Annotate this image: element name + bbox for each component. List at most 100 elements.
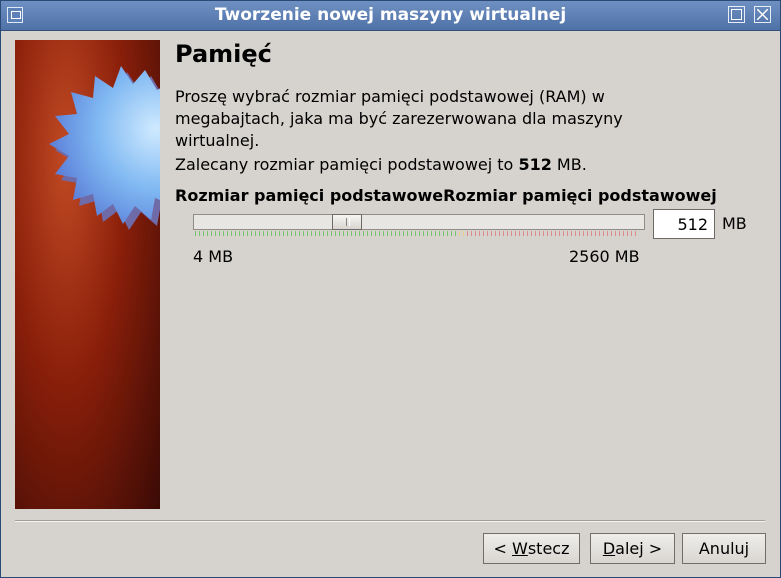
- slider-tick: [251, 231, 252, 236]
- slider-tick: [359, 231, 360, 236]
- close-button[interactable]: [754, 6, 771, 23]
- slider-tick: [379, 231, 380, 236]
- slider-tick: [387, 231, 388, 236]
- slider-tick: [471, 231, 472, 236]
- slider-tick: [319, 231, 320, 236]
- slider-tick: [459, 231, 460, 236]
- memory-max-label: 2560 MB: [569, 247, 640, 266]
- recommend-value: 512: [518, 155, 552, 174]
- slider-tick: [479, 231, 480, 236]
- memory-slider[interactable]: [193, 214, 645, 230]
- slider-tick: [531, 231, 532, 236]
- slider-tick: [511, 231, 512, 236]
- slider-tick: [579, 231, 580, 236]
- recommend-prefix: Zalecany rozmiar pamięci podstawowej to: [175, 155, 519, 174]
- slider-tick: [603, 231, 604, 236]
- slider-tick: [507, 231, 508, 236]
- slider-tick: [615, 231, 616, 236]
- memory-slider-handle[interactable]: [331, 214, 362, 230]
- memory-size-input[interactable]: [653, 209, 715, 239]
- slider-tick: [199, 231, 200, 236]
- slider-tick: [447, 231, 448, 236]
- maximize-button[interactable]: [728, 6, 745, 23]
- title-bar: Tworzenie nowej maszyny wirtualnej: [1, 1, 780, 31]
- slider-tick: [571, 231, 572, 236]
- slider-tick: [487, 231, 488, 236]
- slider-tick: [503, 231, 504, 236]
- slider-tick: [355, 231, 356, 236]
- slider-tick: [551, 231, 552, 236]
- slider-tick: [539, 231, 540, 236]
- slider-tick: [279, 231, 280, 236]
- close-icon: [757, 9, 768, 20]
- slider-tick: [247, 231, 248, 236]
- slider-tick: [555, 231, 556, 236]
- slider-tick: [399, 231, 400, 236]
- slider-tick: [215, 231, 216, 236]
- slider-tick: [475, 231, 476, 236]
- slider-tick: [427, 231, 428, 236]
- slider-tick: [515, 231, 516, 236]
- button-separator: [15, 520, 765, 522]
- slider-tick: [443, 231, 444, 236]
- slider-tick: [239, 231, 240, 236]
- slider-tick: [563, 231, 564, 236]
- slider-tick: [219, 231, 220, 236]
- slider-tick: [231, 231, 232, 236]
- slider-tick: [383, 231, 384, 236]
- page-title: Pamięć: [175, 40, 272, 68]
- slider-tick: [235, 231, 236, 236]
- slider-tick: [211, 231, 212, 236]
- slider-tick: [587, 231, 588, 236]
- slider-tick: [347, 231, 348, 236]
- slider-tick: [423, 231, 424, 236]
- slider-tick: [207, 231, 208, 236]
- slider-tick: [271, 231, 272, 236]
- slider-tick: [543, 231, 544, 236]
- slider-tick: [463, 231, 464, 236]
- recommend-suffix: MB.: [551, 155, 587, 174]
- slider-tick: [627, 231, 628, 236]
- memory-slider-label: Rozmiar pamięci podstawoweRozmiar pamięc…: [175, 186, 717, 205]
- slider-tick: [455, 231, 456, 236]
- memory-min-label: 4 MB: [193, 247, 234, 266]
- slider-tick: [619, 231, 620, 236]
- slider-tick: [439, 231, 440, 236]
- slider-tick: [623, 231, 624, 236]
- next-button[interactable]: Dalej >: [590, 533, 675, 564]
- slider-tick: [227, 231, 228, 236]
- slider-tick: [287, 231, 288, 236]
- cancel-button[interactable]: Anuluj: [682, 533, 766, 564]
- slider-tick: [331, 231, 332, 236]
- slider-tick: [523, 231, 524, 236]
- slider-tick: [327, 231, 328, 236]
- slider-tick: [267, 231, 268, 236]
- slider-tick: [255, 231, 256, 236]
- slider-tick: [263, 231, 264, 236]
- memory-label-text: Rozmiar pamięci podstawoweRozmiar pamięc…: [175, 186, 717, 205]
- slider-tick: [311, 231, 312, 236]
- slider-tick: [495, 231, 496, 236]
- slider-tick: [635, 231, 636, 236]
- slider-tick: [595, 231, 596, 236]
- back-button[interactable]: < Wstecz: [483, 533, 580, 564]
- slider-tick: [339, 231, 340, 236]
- slider-tick: [583, 231, 584, 236]
- slider-tick: [499, 231, 500, 236]
- slider-tick: [519, 231, 520, 236]
- slider-tick: [547, 231, 548, 236]
- slider-tick: [483, 231, 484, 236]
- slider-tick: [591, 231, 592, 236]
- slider-tick: [611, 231, 612, 236]
- slider-tick: [283, 231, 284, 236]
- slider-tick: [295, 231, 296, 236]
- slider-tick: [391, 231, 392, 236]
- slider-tick: [243, 231, 244, 236]
- slider-tick: [223, 231, 224, 236]
- memory-unit-label: MB: [722, 214, 747, 233]
- slider-tick: [315, 231, 316, 236]
- slider-tick: [323, 231, 324, 236]
- slider-tick: [407, 231, 408, 236]
- slider-tick: [451, 231, 452, 236]
- slider-tick: [307, 231, 308, 236]
